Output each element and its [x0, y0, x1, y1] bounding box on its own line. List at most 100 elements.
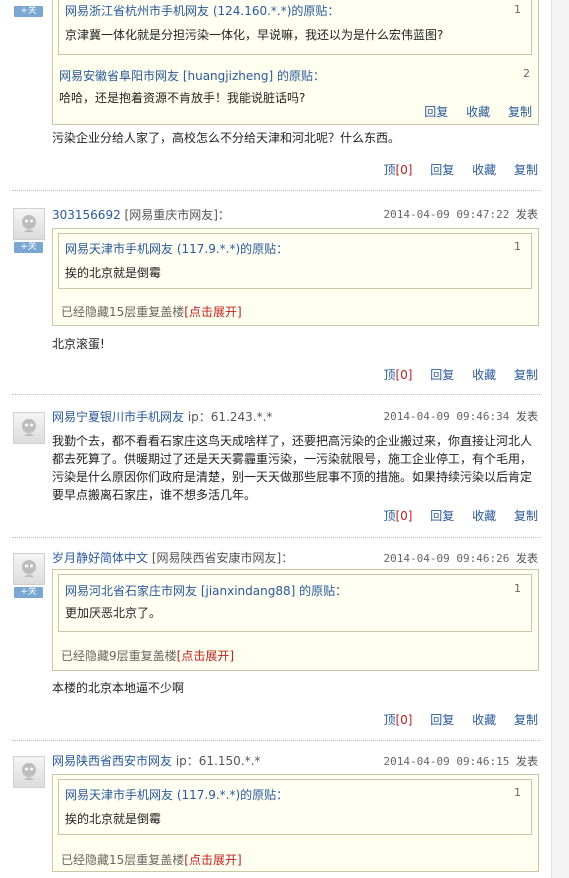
- comment-post: 网易宁夏银川市手机网友 ip：61.243.*.* 2014-04-09 09:…: [0, 400, 569, 530]
- floor-number: 1: [514, 786, 521, 799]
- copy-link[interactable]: 复制: [514, 368, 538, 382]
- timestamp: 2014-04-09 09:47:22: [383, 208, 510, 221]
- divider: [12, 537, 540, 538]
- follow-button[interactable]: +关: [14, 6, 43, 17]
- username-link[interactable]: 网易宁夏银川市手机网友: [52, 410, 184, 424]
- quote-author[interactable]: 网易安徽省阜阳市网友 [huangjizheng] 的原贴：: [59, 67, 325, 84]
- quote-block: 网易天津市手机网友 (117.9.*.*)的原贴： 1 挨的北京就是倒霉 已经隐…: [52, 774, 539, 872]
- comment-user: 网易陕西省西安市网友 ip：61.150.*.*: [52, 752, 260, 769]
- copy-link[interactable]: 复制: [514, 713, 538, 727]
- comment-post: +关 303156692 [网易重庆市网友]： 2014-04-09 09:47…: [0, 196, 569, 392]
- divider: [12, 740, 540, 741]
- copy-link[interactable]: 复制: [508, 105, 532, 119]
- default-avatar-icon: [22, 419, 36, 436]
- copy-link[interactable]: 复制: [514, 509, 538, 523]
- avatar[interactable]: [13, 208, 45, 240]
- default-avatar-icon: [22, 560, 36, 577]
- favorite-link[interactable]: 收藏: [472, 163, 496, 177]
- copy-link[interactable]: 复制: [514, 163, 538, 177]
- nested-quote: 网易浙江省杭州市手机网友 (124.160.*.*)的原贴： 1 京津冀一体化就…: [58, 0, 532, 55]
- hidden-floors: 已经隐藏15层重复盖楼[点击展开]: [61, 305, 242, 319]
- comment-line: 我勤个去，都不看看石家庄这鸟天成啥样了，还要把高污染的企业搬过来，你直接让河北人: [52, 434, 533, 448]
- comment-line: 污染是什么原因你们政府是清楚，别一天天做那些屁事不顶的措施。如果持续污染以后肯定: [52, 470, 533, 484]
- quote-text: 挨的北京就是倒霉: [65, 266, 162, 280]
- favorite-link[interactable]: 收藏: [472, 509, 496, 523]
- quote-actions: 回复 收藏 复制: [410, 103, 532, 120]
- reply-link[interactable]: 回复: [430, 509, 454, 523]
- divider: [12, 394, 540, 395]
- quote-author[interactable]: 网易浙江省杭州市手机网友 (124.160.*.*)的原贴：: [65, 2, 339, 19]
- expand-link[interactable]: [点击展开]: [177, 649, 234, 663]
- username-link[interactable]: 岁月静好简体中文: [52, 551, 148, 565]
- post-time: 2014-04-09 09:46:15 发表: [384, 753, 538, 769]
- username-link[interactable]: 网易陕西省西安市网友: [52, 754, 172, 768]
- expand-link[interactable]: [点击展开]: [184, 853, 241, 867]
- floor-number: 1: [514, 3, 521, 16]
- follow-button[interactable]: +关: [14, 587, 43, 598]
- comment-text: 北京滚蛋!: [52, 337, 105, 351]
- avatar[interactable]: [13, 412, 45, 444]
- reply-link[interactable]: 回复: [430, 368, 454, 382]
- comment-post: +关 岁月静好简体中文 [网易陕西省安康市网友]： 2014-04-09 09:…: [0, 541, 569, 737]
- publish-label: 发表: [516, 208, 538, 221]
- comment-user: 303156692 [网易重庆市网友]：: [52, 206, 230, 223]
- quote-block: 网易天津市手机网友 (117.9.*.*)的原贴： 1 挨的北京就是倒霉 已经隐…: [52, 228, 539, 326]
- user-location: ip：61.243.*.*: [187, 410, 273, 424]
- timestamp: 2014-04-09 09:46:15: [383, 755, 510, 768]
- nested-quote: 网易天津市手机网友 (117.9.*.*)的原贴： 1 挨的北京就是倒霉: [58, 779, 532, 835]
- timestamp: 2014-04-09 09:46:26: [383, 552, 510, 565]
- hidden-floors: 已经隐藏15层重复盖楼[点击展开]: [61, 853, 242, 867]
- floor-number: 2: [523, 67, 530, 80]
- upvote-link[interactable]: 顶[0]: [383, 368, 412, 382]
- quote-text: 哈哈，还是抱着资源不肯放手！我能说脏话吗?: [59, 91, 306, 105]
- quote-block: 网易浙江省杭州市手机网友 (124.160.*.*)的原贴： 1 京津冀一体化就…: [52, 0, 539, 125]
- comment-text: 污染企业分给人家了，高校怎么不分给天津和河北呢？什么东西。: [52, 131, 401, 145]
- user-location: [网易重庆市网友]：: [124, 208, 230, 222]
- publish-label: 发表: [516, 755, 538, 768]
- nested-quote: 网易天津市手机网友 (117.9.*.*)的原贴： 1 挨的北京就是倒霉: [58, 233, 532, 289]
- floor-number: 1: [514, 582, 521, 595]
- comment-actions: 顶[0] 回复 收藏 复制: [383, 711, 538, 728]
- quote-author[interactable]: 网易天津市手机网友 (117.9.*.*)的原贴：: [65, 786, 288, 803]
- quote-block: 网易河北省石家庄市网友 [jianxindang88] 的原贴： 1 更加厌恶北…: [52, 569, 539, 671]
- hidden-floors: 已经隐藏9层重复盖楼[点击展开]: [61, 649, 235, 663]
- publish-label: 发表: [516, 410, 538, 423]
- reply-link[interactable]: 回复: [424, 105, 448, 119]
- favorite-link[interactable]: 收藏: [466, 105, 490, 119]
- post-time: 2014-04-09 09:46:26 发表: [384, 550, 538, 566]
- comment-user: 网易宁夏银川市手机网友 ip：61.243.*.*: [52, 408, 272, 425]
- quote-author[interactable]: 网易天津市手机网友 (117.9.*.*)的原贴：: [65, 240, 288, 257]
- user-location: ip：61.150.*.*: [175, 754, 261, 768]
- follow-button[interactable]: +关: [14, 242, 43, 253]
- comment-line: 要早点搬离石家庄，谁不想多活几年。: [52, 488, 257, 502]
- comment-actions: 顶[0] 回复 收藏 复制: [383, 366, 538, 383]
- username-link[interactable]: 303156692: [52, 208, 121, 222]
- publish-label: 发表: [516, 552, 538, 565]
- favorite-link[interactable]: 收藏: [472, 713, 496, 727]
- favorite-link[interactable]: 收藏: [472, 368, 496, 382]
- quote-author[interactable]: 网易河北省石家庄市网友 [jianxindang88] 的原贴：: [65, 582, 347, 599]
- quote-text: 更加厌恶北京了。: [65, 606, 162, 620]
- reply-link[interactable]: 回复: [430, 713, 454, 727]
- comment-text: 我勤个去，都不看看石家庄这鸟天成啥样了，还要把高污染的企业搬过来，你直接让河北人…: [52, 432, 532, 504]
- upvote-link[interactable]: 顶[0]: [383, 509, 412, 523]
- upvote-link[interactable]: 顶[0]: [383, 713, 412, 727]
- default-avatar-icon: [22, 763, 36, 780]
- reply-link[interactable]: 回复: [430, 163, 454, 177]
- divider: [12, 190, 540, 191]
- comment-post: 网易陕西省西安市网友 ip：61.150.*.* 2014-04-09 09:4…: [0, 744, 569, 878]
- scrollbar[interactable]: [551, 0, 569, 878]
- expand-link[interactable]: [点击展开]: [184, 305, 241, 319]
- default-avatar-icon: [22, 215, 36, 232]
- avatar[interactable]: [13, 553, 45, 585]
- timestamp: 2014-04-09 09:46:34: [383, 410, 510, 423]
- post-time: 2014-04-09 09:47:22 发表: [384, 206, 538, 222]
- comment-actions: 顶[0] 回复 收藏 复制: [383, 507, 538, 524]
- comment-actions: 顶[0] 回复 收藏 复制: [383, 161, 538, 178]
- nested-quote: 网易河北省石家庄市网友 [jianxindang88] 的原贴： 1 更加厌恶北…: [58, 574, 532, 632]
- upvote-link[interactable]: 顶[0]: [383, 163, 412, 177]
- comment-text: 本楼的北京本地逼不少啊: [52, 681, 185, 695]
- post-time: 2014-04-09 09:46:34 发表: [384, 408, 538, 424]
- avatar[interactable]: [13, 756, 45, 788]
- comment-post: +关 网易浙江省杭州市手机网友 (124.160.*.*)的原贴： 1 京津冀一…: [0, 0, 569, 190]
